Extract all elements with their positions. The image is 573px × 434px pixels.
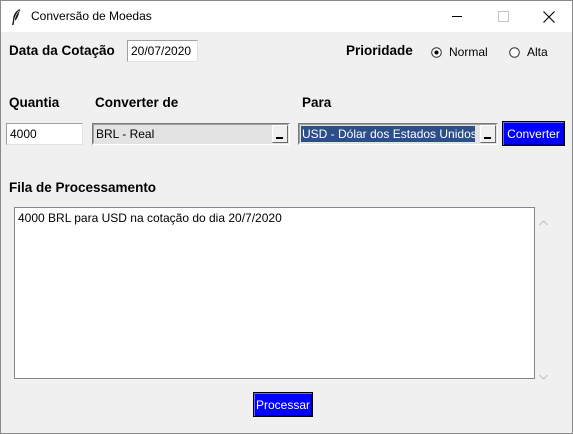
- scroll-up-icon[interactable]: [539, 213, 548, 231]
- close-icon: [543, 10, 555, 23]
- close-button[interactable]: [526, 1, 572, 32]
- process-button[interactable]: Processar: [253, 392, 313, 417]
- from-currency-label: Converter de: [95, 95, 179, 110]
- from-currency-value: BRL - Real: [96, 127, 155, 141]
- date-input[interactable]: 20/07/2020: [127, 40, 198, 62]
- convert-button[interactable]: Converter: [502, 121, 565, 146]
- minimize-icon: [451, 11, 463, 22]
- queue-label: Fila de Processamento: [9, 180, 157, 195]
- minimize-button[interactable]: [434, 1, 480, 32]
- priority-label: Prioridade: [346, 43, 413, 58]
- window-title: Conversão de Moedas: [31, 9, 152, 23]
- feather-icon: [10, 8, 22, 26]
- queue-scrollbar[interactable]: [535, 207, 552, 380]
- scroll-down-icon[interactable]: [539, 367, 548, 385]
- to-dropdown-button[interactable]: [480, 125, 496, 143]
- to-currency-value: USD - Dólar dos Estados Unidos: [301, 126, 475, 142]
- chevron-down-icon: [276, 137, 283, 139]
- to-currency-select[interactable]: USD - Dólar dos Estados Unidos: [298, 123, 498, 145]
- date-label: Data da Cotação: [9, 43, 115, 58]
- quantity-label: Quantia: [9, 95, 60, 110]
- radio-unselected-icon: [509, 46, 520, 58]
- quantity-input[interactable]: 4000: [6, 123, 83, 145]
- queue-item: 4000 BRL para USD na cotação do dia 20/7…: [18, 211, 282, 225]
- priority-radio-alta[interactable]: Alta: [509, 45, 548, 59]
- from-currency-select[interactable]: BRL - Real: [92, 123, 290, 145]
- queue-textarea[interactable]: 4000 BRL para USD na cotação do dia 20/7…: [14, 207, 535, 379]
- title-bar[interactable]: Conversão de Moedas: [1, 1, 572, 32]
- app-window: Conversão de Moedas Data da Cotação 20/0…: [0, 0, 573, 434]
- priority-radio-normal[interactable]: Normal: [431, 45, 488, 59]
- maximize-button[interactable]: [480, 1, 526, 32]
- to-currency-label: Para: [302, 95, 332, 110]
- chevron-down-icon: [484, 137, 491, 139]
- from-dropdown-button[interactable]: [272, 125, 288, 143]
- maximize-icon: [497, 11, 509, 22]
- priority-option-normal: Normal: [449, 45, 488, 59]
- radio-selected-icon: [431, 46, 442, 58]
- priority-option-alta: Alta: [527, 45, 548, 59]
